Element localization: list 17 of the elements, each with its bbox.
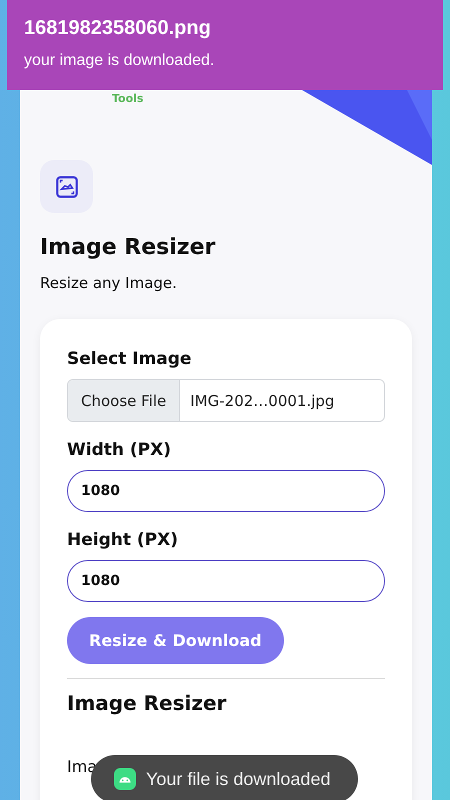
android-icon	[114, 768, 136, 790]
input-field[interactable]: 1080	[67, 560, 385, 602]
image-icon	[40, 160, 93, 213]
section-heading: Image Resizer	[67, 691, 228, 715]
logo-text: Tools	[112, 92, 144, 107]
file-input[interactable]: Choose File IMG-202…0001.jpg	[67, 379, 385, 422]
notification-banner[interactable]: 1681982358060.png your image is downloaded.	[7, 0, 443, 90]
notification-title: 1681982358060.png	[24, 17, 212, 40]
field-label: Width (PX)	[67, 440, 172, 460]
field-label: Select Image	[67, 349, 192, 369]
resize-download-button[interactable]: Resize & Download	[67, 617, 284, 664]
toast-message: Your file is downloaded	[146, 768, 330, 790]
input-field[interactable]: 1080	[67, 470, 385, 512]
field-label: Height (PX)	[67, 530, 180, 550]
page-title: Image Resizer	[40, 235, 216, 260]
notification-message: your image is downloaded.	[24, 52, 216, 70]
page-subtitle: Resize any Image.	[40, 274, 178, 292]
